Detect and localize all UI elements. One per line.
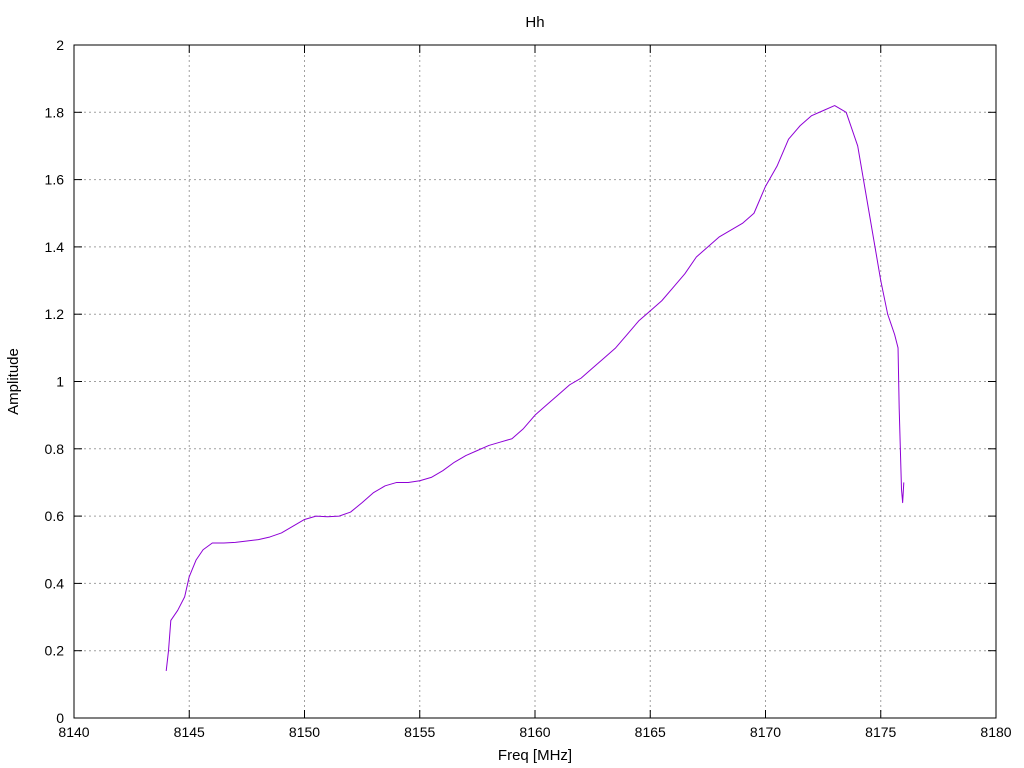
- x-axis-title: Freq [MHz]: [498, 747, 572, 764]
- x-tick-label: 8155: [404, 724, 435, 740]
- y-tick-label: 1: [56, 374, 64, 390]
- y-tick-label: 0: [56, 710, 64, 726]
- chart-title: Hh: [525, 14, 544, 31]
- x-tick-label: 8175: [865, 724, 896, 740]
- y-tick-label: 1.8: [45, 104, 65, 120]
- x-tick-label: 8145: [174, 724, 205, 740]
- y-tick-label: 2: [56, 37, 64, 53]
- x-tick-label: 8165: [635, 724, 666, 740]
- y-tick-label: 1.4: [45, 239, 65, 255]
- y-tick-label: 0.6: [45, 508, 65, 524]
- y-tick-label: 1.6: [45, 172, 65, 188]
- y-tick-label: 0.8: [45, 441, 65, 457]
- x-tick-label: 8180: [980, 724, 1011, 740]
- chart: 8140 8145 8150 8155 8160 8165 8170 8175 8180 0 0.2…: [0, 0, 1024, 768]
- x-tick-label: 8160: [519, 724, 550, 740]
- y-tick-label: 0.4: [45, 575, 65, 591]
- chart-background: [0, 0, 1024, 768]
- y-tick-label: 0.2: [45, 643, 65, 659]
- x-tick-label: 8170: [750, 724, 781, 740]
- x-tick-label: 8150: [289, 724, 320, 740]
- y-axis-title: Amplitude: [5, 348, 22, 415]
- x-tick-label: 8140: [58, 724, 89, 740]
- y-tick-label: 1.2: [45, 306, 65, 322]
